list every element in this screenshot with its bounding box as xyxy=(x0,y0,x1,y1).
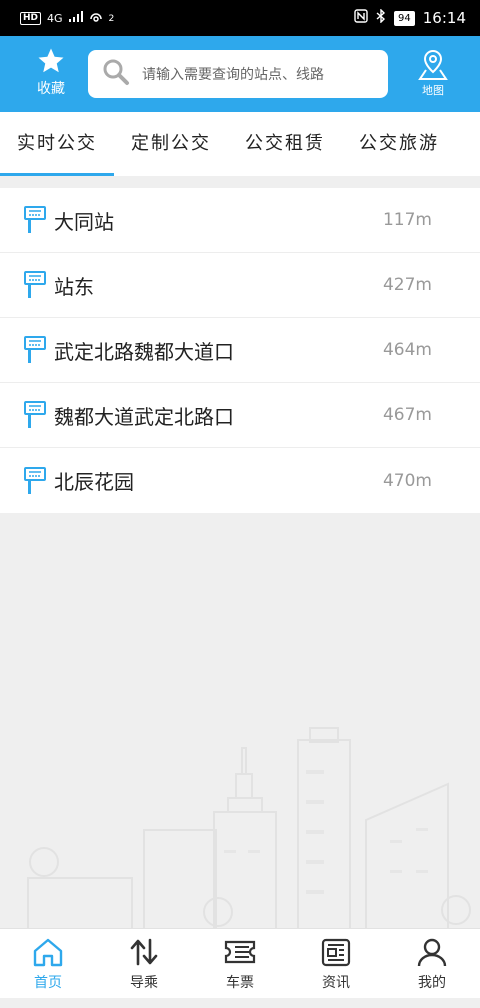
status-right: 94 16:14 xyxy=(354,8,466,27)
bus-stop-icon xyxy=(24,466,46,494)
nav-ticket[interactable]: 车票 xyxy=(200,936,280,992)
status-bar: HD 4G 2 94 16:14 xyxy=(0,0,480,36)
app-header: 收藏 请输入需要查询的站点、线路 地图 xyxy=(0,36,480,112)
hd-badge: HD xyxy=(20,11,42,25)
list-item[interactable]: 大同站 117m xyxy=(0,188,480,253)
favorites-button[interactable]: 收藏 xyxy=(26,46,76,98)
nav-profile-label: 我的 xyxy=(418,974,446,991)
category-tabs: 实时公交 定制公交 公交租赁 公交旅游 xyxy=(0,112,480,176)
signal-icon xyxy=(68,11,83,25)
list-item[interactable]: 北辰花园 470m xyxy=(0,448,480,513)
list-item[interactable]: 站东 427m xyxy=(0,253,480,318)
nearby-stops-list: 大同站 117m 站东 427m 武定北路魏都大道口 464m 魏都大道武定北路… xyxy=(0,188,480,513)
favorites-label: 收藏 xyxy=(37,81,65,97)
hotspot-icon xyxy=(89,11,103,26)
map-button[interactable]: 地图 xyxy=(410,48,456,98)
nav-home[interactable]: 首页 xyxy=(8,936,88,992)
tab-bus-rental[interactable]: 公交租赁 xyxy=(228,112,342,176)
bus-stop-icon xyxy=(24,271,46,298)
map-label: 地图 xyxy=(422,84,444,97)
news-icon xyxy=(321,938,351,966)
nav-home-label: 首页 xyxy=(34,974,62,991)
bus-stop-icon xyxy=(24,401,46,428)
network-label: 4G xyxy=(47,11,63,25)
clock: 16:14 xyxy=(422,9,466,27)
stop-name: 站东 xyxy=(54,274,94,299)
bus-stop-icon xyxy=(24,336,46,363)
nav-news-label: 资讯 xyxy=(322,974,350,991)
stop-name: 武定北路魏都大道口 xyxy=(54,339,234,364)
stop-distance: 464m xyxy=(382,340,432,360)
profile-icon xyxy=(417,938,447,966)
stop-name: 魏都大道武定北路口 xyxy=(54,404,234,429)
tab-realtime-bus[interactable]: 实时公交 xyxy=(0,112,114,176)
tab-bus-tour[interactable]: 公交旅游 xyxy=(342,112,456,176)
nav-ticket-label: 车票 xyxy=(226,974,254,991)
search-input[interactable]: 请输入需要查询的站点、线路 xyxy=(88,50,388,98)
hotspot-count: 2 xyxy=(108,12,115,24)
tab-custom-bus[interactable]: 定制公交 xyxy=(114,112,228,176)
nav-news[interactable]: 资讯 xyxy=(296,936,376,992)
nav-transfer[interactable]: 导乘 xyxy=(104,936,184,992)
stop-distance: 117m xyxy=(382,210,432,230)
home-icon xyxy=(33,938,63,966)
stop-name: 大同站 xyxy=(54,209,114,234)
stop-distance: 427m xyxy=(382,275,432,295)
search-icon xyxy=(102,58,130,90)
battery-indicator: 94 xyxy=(394,10,415,26)
stop-name: 北辰花园 xyxy=(54,470,134,494)
search-placeholder: 请输入需要查询的站点、线路 xyxy=(142,67,324,83)
nav-transfer-label: 导乘 xyxy=(130,974,158,991)
map-pin-icon xyxy=(410,48,456,82)
bottom-navigation: 首页 导乘 车票 资讯 我的 xyxy=(0,928,480,998)
transfer-icon xyxy=(130,938,158,965)
ticket-icon xyxy=(224,940,256,963)
bluetooth-icon xyxy=(376,8,386,27)
nav-profile[interactable]: 我的 xyxy=(392,936,472,992)
nfc-icon xyxy=(354,9,368,27)
star-icon xyxy=(26,46,76,76)
list-item[interactable]: 魏都大道武定北路口 467m xyxy=(0,383,480,448)
status-left: HD 4G 2 xyxy=(20,11,114,26)
stop-distance: 467m xyxy=(382,405,432,425)
bus-stop-icon xyxy=(24,206,46,233)
city-skyline-illustration xyxy=(27,727,471,930)
list-item[interactable]: 武定北路魏都大道口 464m xyxy=(0,318,480,383)
stop-distance: 470m xyxy=(382,470,432,491)
